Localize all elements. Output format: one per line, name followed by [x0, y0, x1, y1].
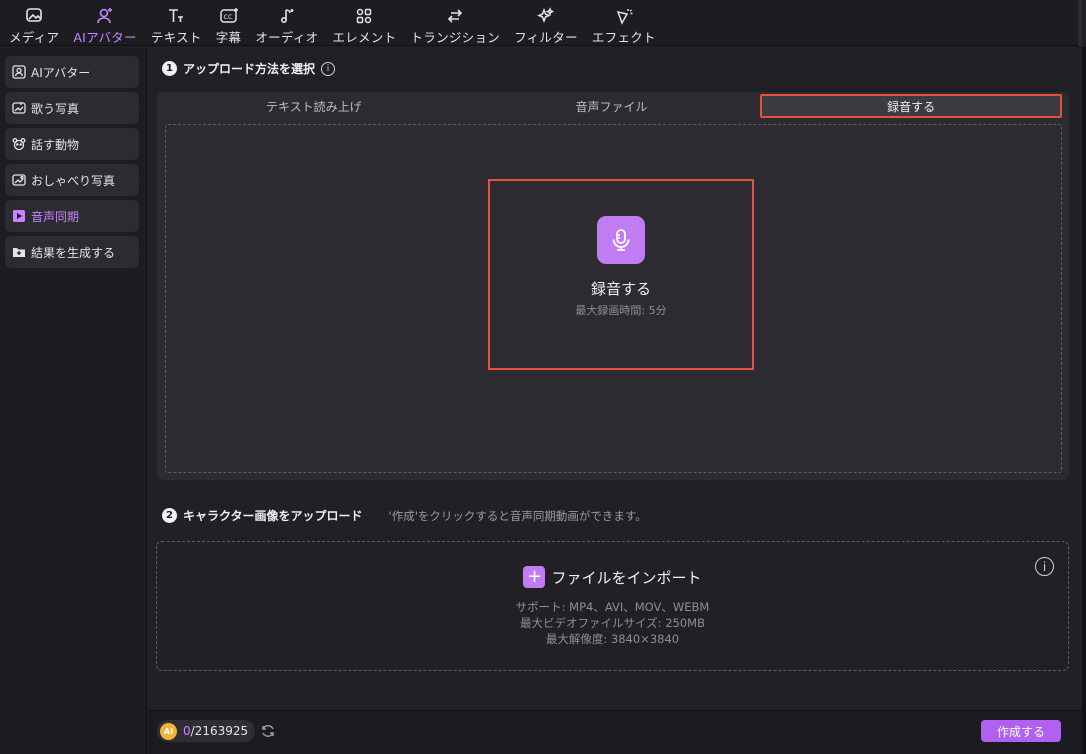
tool-element[interactable]: エレメント — [325, 0, 403, 46]
subtitle-icon: CC — [219, 6, 239, 26]
tool-subtitle-label: 字幕 — [215, 30, 242, 45]
step1-title: アップロード方法を選択 — [183, 62, 316, 76]
step1-header: 1 アップロード方法を選択 i — [162, 60, 336, 77]
text-icon — [166, 6, 186, 26]
tab-audio-file[interactable]: 音声ファイル — [463, 94, 761, 118]
generated-results-icon — [11, 244, 27, 260]
tool-audio[interactable]: オーディオ — [248, 0, 325, 46]
max-file-size: 最大ビデオファイルサイズ: 250MB — [520, 616, 705, 630]
info-icon[interactable]: i — [1035, 557, 1054, 576]
talking-animal-icon — [11, 136, 27, 152]
top-toolbar: メディア AIアバター テキスト CC 字幕 オーディオ エレメント トランジシ… — [0, 0, 1082, 46]
sidebar-item-label: 結果を生成する — [31, 245, 116, 260]
upload-specs: サポート: MP4、AVI、MOV、WEBM 最大ビデオファイルサイズ: 250… — [157, 599, 1068, 647]
refresh-icon[interactable] — [260, 723, 276, 739]
tool-filter-label: フィルター — [514, 30, 578, 45]
sidebar-item-singing-photo[interactable]: 歌う写真 — [5, 92, 139, 124]
create-button[interactable]: 作成する — [981, 720, 1061, 742]
record-max-duration: 最大録画時間: 5分 — [575, 304, 667, 317]
avatar-icon — [11, 64, 27, 80]
sidebar-item-lip-sync[interactable]: 音声同期 — [5, 200, 139, 232]
sidebar-item-label: AIアバター — [31, 65, 91, 80]
tool-transition[interactable]: トランジション — [403, 0, 507, 46]
tab-label: 録音する — [887, 99, 936, 114]
talking-photo-icon — [11, 172, 27, 188]
tool-effect[interactable]: エフェクト — [585, 0, 663, 46]
sidebar-item-talking-animal[interactable]: 話す動物 — [5, 128, 139, 160]
sidebar-item-generated-results[interactable]: 結果を生成する — [5, 236, 139, 268]
step1-number: 1 — [162, 61, 177, 76]
step2-number: 2 — [162, 508, 177, 523]
lip-sync-icon — [11, 208, 27, 224]
microphone-icon — [597, 216, 645, 264]
media-icon — [24, 6, 44, 26]
tool-text-label: テキスト — [150, 30, 202, 45]
footer-bar: AI 0 /2163925 作成する — [148, 710, 1082, 754]
effect-icon — [614, 6, 634, 26]
tool-ai-avatar-label: AIアバター — [73, 30, 137, 45]
ai-avatar-icon — [95, 6, 115, 26]
plus-icon: + — [523, 566, 546, 588]
record-title: 録音する — [590, 280, 651, 298]
tool-subtitle[interactable]: CC 字幕 — [209, 0, 249, 46]
filter-icon — [536, 6, 556, 26]
ai-coin-icon: AI — [160, 722, 177, 740]
supported-formats: サポート: MP4、AVI、MOV、WEBM — [515, 600, 710, 614]
svg-text:CC: CC — [223, 13, 233, 21]
tab-label: テキスト読み上げ — [266, 99, 362, 114]
sidebar-item-ai-avatar[interactable]: AIアバター — [5, 56, 139, 88]
credits-badge: AI 0 /2163925 — [157, 720, 256, 742]
tab-record[interactable]: 録音する — [760, 94, 1063, 118]
audio-icon — [277, 6, 297, 26]
record-button[interactable]: 録音する 最大録画時間: 5分 — [488, 179, 754, 370]
app-window: メディア AIアバター テキスト CC 字幕 オーディオ エレメント トランジシ… — [0, 0, 1086, 754]
tool-audio-label: オーディオ — [255, 30, 319, 45]
step2-title: キャラクター画像をアップロード — [183, 509, 363, 523]
credits-used: 0 — [183, 724, 191, 738]
tool-element-label: エレメント — [332, 30, 397, 45]
import-file-label: ファイルをインポート — [551, 568, 702, 587]
tool-filter[interactable]: フィルター — [507, 0, 585, 46]
main-panel: 1 アップロード方法を選択 i テキスト読み上げ 音声ファイル 録音する 録音す… — [148, 47, 1082, 710]
sidebar-item-talking-photo[interactable]: おしゃべり写真 — [5, 164, 139, 196]
singing-photo-icon — [11, 100, 27, 116]
sidebar-item-label: 音声同期 — [31, 209, 80, 224]
tool-effect-label: エフェクト — [591, 30, 656, 45]
character-image-dropzone[interactable]: + ファイルをインポート サポート: MP4、AVI、MOV、WEBM 最大ビデ… — [156, 541, 1069, 671]
sidebar: AIアバター 歌う写真 話す動物 おしゃべり写真 音声同期 結果を生成する — [0, 47, 147, 754]
tool-ai-avatar[interactable]: AIアバター — [66, 0, 144, 46]
sidebar-item-label: おしゃべり写真 — [31, 173, 116, 188]
transition-icon — [445, 6, 465, 26]
tab-label: 音声ファイル — [575, 99, 648, 114]
tool-transition-label: トランジション — [410, 30, 501, 45]
tool-media-label: メディア — [9, 30, 60, 45]
credits-total: /2163925 — [190, 724, 249, 738]
toolbar-edge — [1078, 0, 1082, 46]
tool-text[interactable]: テキスト — [144, 0, 209, 46]
max-resolution: 最大解像度: 3840×3840 — [545, 632, 680, 646]
step2-header: 2 キャラクター画像をアップロード '作成'をクリックすると音声同期動画ができま… — [162, 507, 647, 524]
tool-media[interactable]: メディア — [2, 0, 66, 46]
element-icon — [354, 6, 374, 26]
step2-hint: '作成'をクリックすると音声同期動画ができます。 — [388, 508, 647, 523]
sidebar-item-label: 歌う写真 — [31, 101, 80, 116]
upload-method-panel: テキスト読み上げ 音声ファイル 録音する 録音する 最大録画時間: 5分 — [157, 92, 1069, 480]
sidebar-item-label: 話す動物 — [31, 137, 80, 152]
tab-text-to-speech[interactable]: テキスト読み上げ — [165, 94, 463, 118]
info-icon[interactable]: i — [321, 61, 336, 76]
import-file-button[interactable]: + ファイルをインポート — [157, 566, 1068, 588]
upload-method-tabs: テキスト読み上げ 音声ファイル 録音する — [165, 94, 1063, 118]
window-edge — [1082, 47, 1086, 754]
